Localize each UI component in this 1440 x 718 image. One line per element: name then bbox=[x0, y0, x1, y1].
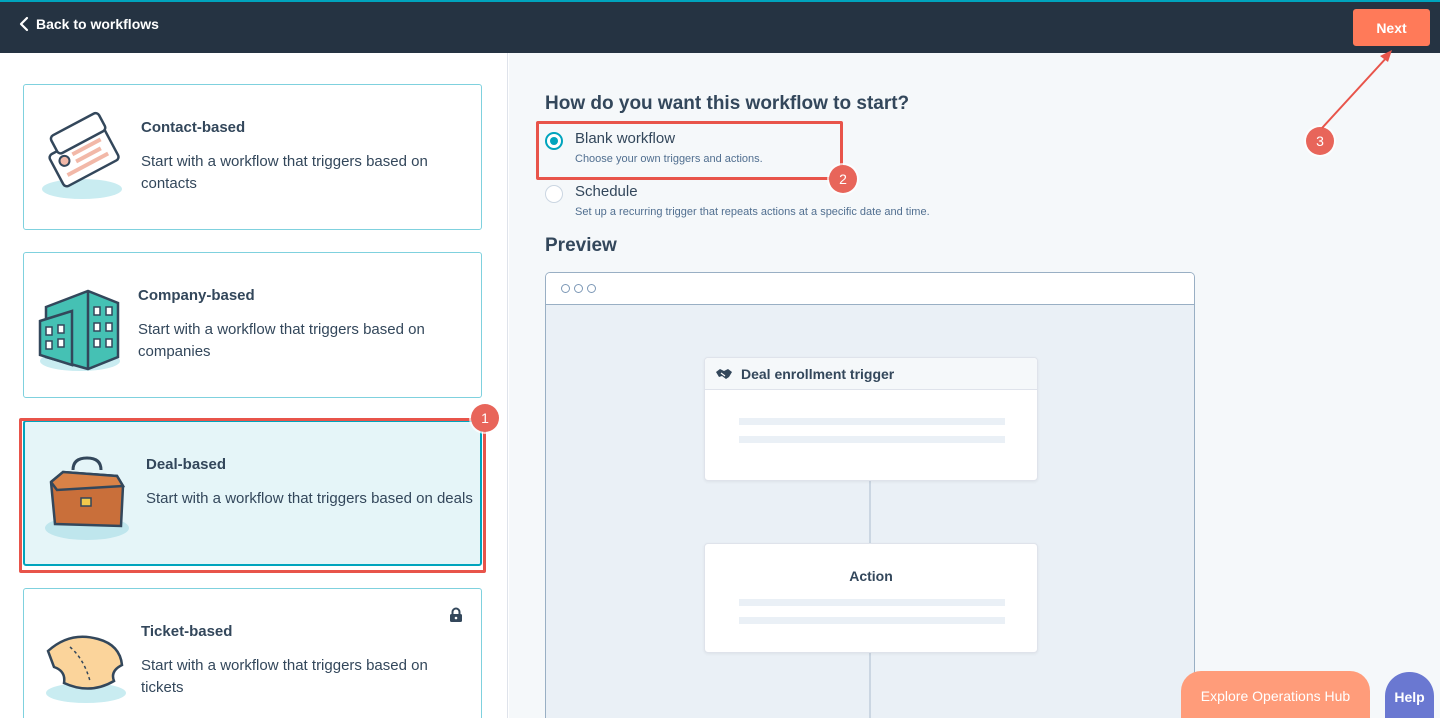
back-to-workflows-label: Back to workflows bbox=[36, 16, 159, 32]
annotation-badge-2: 2 bbox=[829, 165, 857, 193]
contact-based-card[interactable]: Contact-based Start with a workflow that… bbox=[23, 84, 482, 230]
workflow-connector bbox=[869, 480, 871, 544]
card-description: Start with a workflow that triggers base… bbox=[141, 657, 428, 696]
placeholder-line bbox=[739, 599, 1005, 606]
contact-card-icon bbox=[42, 111, 122, 199]
ticket-based-card[interactable]: Ticket-based Start with a workflow that … bbox=[23, 588, 482, 718]
lock-icon bbox=[450, 607, 462, 622]
card-description: Start with a workflow that triggers base… bbox=[146, 490, 473, 507]
ticket-icon bbox=[46, 635, 126, 703]
blank-workflow-option[interactable]: Blank workflow Choose your own triggers … bbox=[545, 130, 763, 165]
preview-heading: Preview bbox=[545, 235, 617, 256]
placeholder-line bbox=[739, 436, 1005, 443]
building-icon bbox=[38, 289, 120, 371]
action-node: Action bbox=[704, 543, 1038, 653]
card-title: Deal-based bbox=[146, 456, 227, 473]
trigger-node-header: Deal enrollment trigger bbox=[705, 358, 1037, 390]
window-dot-icon bbox=[574, 284, 583, 293]
help-button[interactable]: Help bbox=[1385, 672, 1434, 718]
handshake-icon bbox=[716, 368, 732, 379]
top-navigation-bar: Back to workflows Next bbox=[0, 0, 1440, 53]
option-description: Choose your own triggers and actions. bbox=[575, 153, 763, 165]
start-question-heading: How do you want this workflow to start? bbox=[545, 93, 910, 114]
enrollment-trigger-node: Deal enrollment trigger bbox=[704, 357, 1038, 481]
back-to-workflows-link[interactable]: Back to workflows bbox=[18, 16, 159, 32]
briefcase-icon bbox=[45, 456, 129, 540]
action-node-title: Action bbox=[849, 568, 893, 584]
schedule-radio[interactable] bbox=[545, 185, 563, 203]
card-description: Start with a workflow that triggers base… bbox=[141, 153, 428, 192]
blank-workflow-radio[interactable] bbox=[545, 132, 563, 150]
workflow-preview: Deal enrollment trigger Action bbox=[545, 272, 1195, 718]
window-dot-icon bbox=[587, 284, 596, 293]
explore-operations-hub-button[interactable]: Explore Operations Hub bbox=[1181, 671, 1370, 718]
deal-based-card[interactable]: Deal-based Start with a workflow that tr… bbox=[23, 420, 482, 566]
card-description: Start with a workflow that triggers base… bbox=[138, 321, 425, 360]
option-description: Set up a recurring trigger that repeats … bbox=[575, 206, 930, 218]
option-label: Schedule bbox=[575, 183, 638, 200]
preview-window-header bbox=[546, 273, 1194, 305]
schedule-option[interactable]: Schedule Set up a recurring trigger that… bbox=[545, 183, 930, 218]
chevron-left-icon bbox=[19, 16, 29, 32]
annotation-badge-1: 1 bbox=[471, 404, 499, 432]
workflow-type-list: Contact-based Start with a workflow that… bbox=[0, 53, 508, 718]
placeholder-line bbox=[739, 617, 1005, 624]
next-button[interactable]: Next bbox=[1353, 9, 1430, 46]
workflow-start-panel: How do you want this workflow to start? … bbox=[509, 53, 1440, 718]
annotation-badge-3: 3 bbox=[1306, 127, 1334, 155]
company-based-card[interactable]: Company-based Start with a workflow that… bbox=[23, 252, 482, 398]
workflow-connector bbox=[869, 651, 871, 718]
card-title: Company-based bbox=[138, 287, 255, 304]
option-label: Blank workflow bbox=[575, 130, 676, 147]
trigger-node-title: Deal enrollment trigger bbox=[741, 365, 895, 382]
window-dot-icon bbox=[561, 284, 570, 293]
card-title: Ticket-based bbox=[141, 623, 233, 640]
placeholder-line bbox=[739, 418, 1005, 425]
card-title: Contact-based bbox=[141, 119, 246, 136]
